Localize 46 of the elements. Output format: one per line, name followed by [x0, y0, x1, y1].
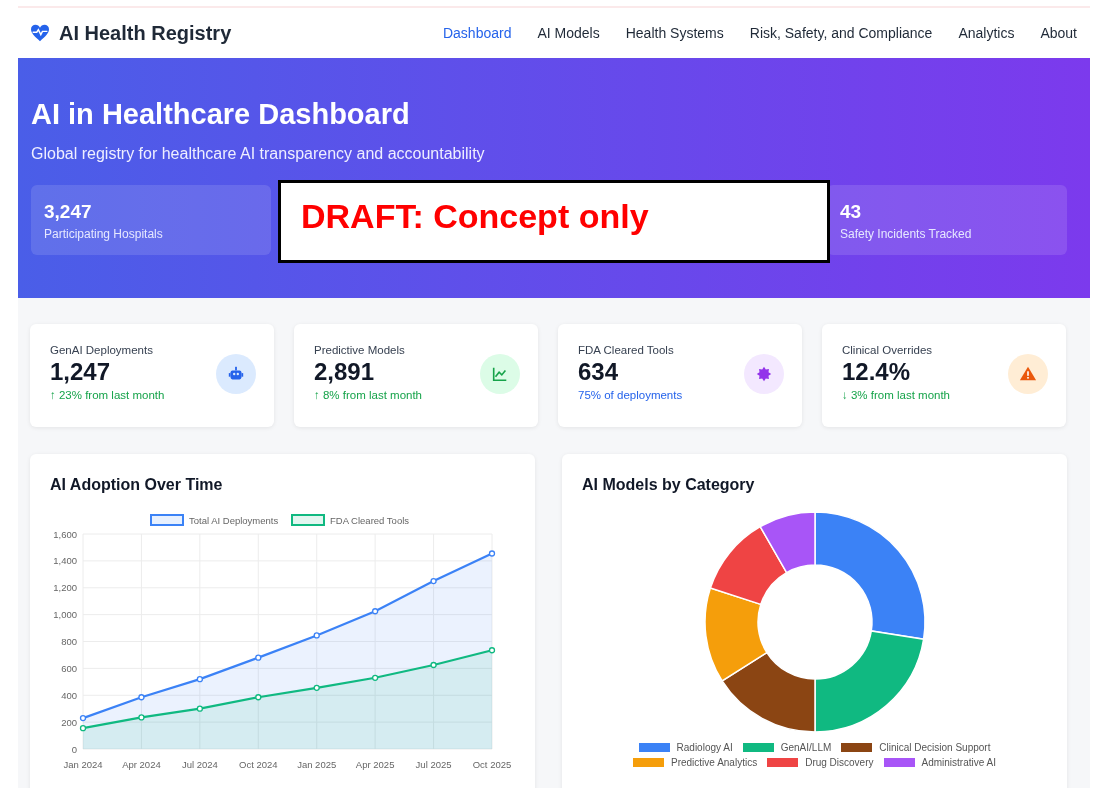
legend-label: GenAI/LLM	[780, 742, 832, 753]
hero-subtitle: Global registry for healthcare AI transparency and accountability	[31, 145, 486, 163]
y-axis-label: 1,600	[53, 528, 77, 540]
legend-label: Drug Discovery	[805, 757, 874, 768]
y-axis-label: 1,400	[53, 555, 77, 567]
x-axis-label: Apr 2024	[122, 759, 161, 770]
stat-label: Safety Incidents Tracked	[840, 227, 973, 241]
x-axis-label: Oct 2025	[472, 759, 512, 770]
metric-label: Clinical Overrides	[842, 344, 934, 356]
x-axis-label: Jul 2024	[181, 759, 218, 770]
metric-value: 634	[578, 358, 620, 386]
metric-label: GenAI Deployments	[50, 344, 154, 356]
legend-label: FDA Cleared Tools	[330, 515, 410, 526]
chart-title: AI Adoption Over Time	[50, 476, 224, 494]
stat-value: 43	[840, 201, 863, 223]
y-axis-label: 1,200	[53, 582, 77, 594]
metric-change: ↑ 23% from last month	[50, 389, 165, 401]
metric-label: FDA Cleared Tools	[578, 344, 675, 356]
y-axis-label: 0	[71, 743, 77, 755]
x-axis-label: Oct 2024	[239, 759, 278, 770]
x-axis-label: Jul 2025	[415, 759, 452, 770]
y-axis-label: 200	[61, 716, 77, 728]
legend-label: Administrative AI	[921, 757, 996, 768]
draft-label: DRAFT: Concept only	[278, 180, 830, 263]
stat-label: Participating Hospitals	[44, 227, 164, 241]
y-axis-label: 400	[61, 689, 77, 701]
metric-value: 12.4%	[842, 358, 912, 386]
stat-value: 3,247	[44, 201, 93, 223]
metric-change: 75% of deployments	[578, 389, 683, 401]
y-axis-label: 600	[61, 662, 77, 674]
legend-label: Clinical Decision Support	[879, 742, 991, 753]
y-axis-label: 800	[61, 636, 77, 647]
metric-value: 2,891	[314, 358, 376, 386]
y-axis-label: 1,000	[53, 609, 77, 621]
x-axis-label: Jan 2025	[297, 759, 337, 770]
metric-change: ↓ 3% from last month	[842, 389, 950, 401]
legend-label: Radiology AI	[676, 742, 733, 753]
metric-change: ↑ 8% from last month	[314, 389, 422, 401]
x-axis-label: Jan 2024	[63, 759, 103, 770]
metric-label: Predictive Models	[314, 344, 406, 356]
x-axis-label: Apr 2025	[355, 759, 395, 770]
chart-title: AI Models by Category	[582, 476, 756, 494]
legend-label: Predictive Analytics	[671, 757, 758, 768]
metric-value: 1,247	[50, 358, 112, 386]
legend-label: Total AI Deployments	[189, 515, 279, 526]
hero-title: AI in Healthcare Dashboard	[31, 98, 411, 131]
